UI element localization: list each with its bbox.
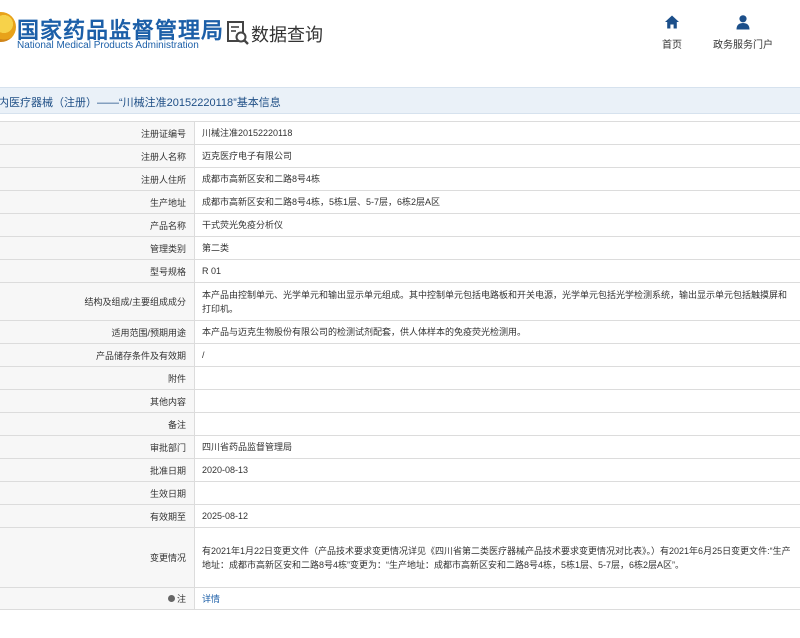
table-row: 产品储存条件及有效期 /	[0, 344, 800, 367]
row-label: 注册证编号	[0, 122, 195, 144]
note-label: 注	[176, 594, 186, 604]
site-header: 国家药品监督管理局 National Medical Products Admi…	[0, 0, 800, 72]
nav-home-label: 首页	[662, 40, 682, 51]
row-value: 川械注准20152220118	[202, 128, 293, 138]
document-search-icon	[227, 21, 249, 45]
row-value: 详情	[195, 588, 800, 609]
table-row: 型号规格 R 01	[0, 260, 800, 283]
row-value: 第二类	[202, 243, 230, 253]
row-label: 备注	[0, 413, 195, 435]
row-label: 注册人名称	[0, 145, 195, 167]
note-icon	[167, 595, 175, 602]
table-row: 变更情况 有2021年1月22日变更文件（产品技术要求变更情况详见《四川省第二类…	[0, 528, 800, 588]
table-row: 注册人住所 成都市高新区安和二路8号4栋	[0, 168, 800, 191]
nav-home-link[interactable]: 首页	[654, 14, 690, 53]
row-value	[195, 413, 800, 435]
row-label: 注	[0, 588, 195, 609]
table-row: 其他内容	[0, 390, 800, 413]
row-label: 其他内容	[0, 390, 195, 412]
row-label: 变更情况	[0, 528, 195, 587]
row-label: 附件	[0, 367, 195, 389]
table-row: 生效日期	[0, 482, 800, 505]
row-label: 审批部门	[0, 436, 195, 458]
table-row: 备注	[0, 413, 800, 436]
row-label: 结构及组成/主要组成成分	[0, 283, 195, 320]
row-value: 成都市高新区安和二路8号4栋，5栋1层、5-7层，6栋2层A区	[202, 197, 441, 207]
row-label: 批准日期	[0, 459, 195, 481]
nav-portal-link[interactable]: 政务服务门户	[708, 14, 778, 53]
table-row: 注册证编号 川械注准20152220118	[0, 122, 800, 145]
row-label: 型号规格	[0, 260, 195, 282]
detail-table: 注册证编号 川械注准20152220118 注册人名称 迈克医疗电子有限公司 注…	[0, 121, 800, 610]
row-value: 干式荧光免疫分析仪	[202, 220, 284, 230]
table-row: 注 详情	[0, 588, 800, 610]
detail-title: 内医疗器械（注册）——“川械注准20152220118”基本信息	[0, 97, 281, 109]
page-title: 数据查询	[251, 25, 323, 45]
row-label: 适用范围/预期用途	[0, 321, 195, 343]
row-label: 产品储存条件及有效期	[0, 344, 195, 366]
row-value: 2020-08-13	[202, 465, 249, 475]
row-label: 生效日期	[0, 482, 195, 504]
table-row: 审批部门 四川省药品监督管理局	[0, 436, 800, 459]
row-value: 迈克医疗电子有限公司	[202, 151, 293, 161]
table-row: 有效期至 2025-08-12	[0, 505, 800, 528]
row-value: 四川省药品监督管理局	[202, 442, 293, 452]
row-label: 生产地址	[0, 191, 195, 213]
home-icon	[665, 15, 679, 29]
user-icon	[736, 15, 750, 30]
row-label: 注册人住所	[0, 168, 195, 190]
row-value: 本产品由控制单元、光学单元和输出显示单元组成。其中控制单元包括电路板和开关电源，…	[202, 289, 788, 314]
row-value	[195, 367, 800, 389]
table-row: 注册人名称 迈克医疗电子有限公司	[0, 145, 800, 168]
row-value	[195, 390, 800, 412]
details-link[interactable]: 详情	[202, 592, 220, 606]
row-value: /	[202, 350, 205, 360]
row-value: R 01	[202, 266, 222, 276]
emblem-icon	[0, 12, 16, 42]
table-row: 生产地址 成都市高新区安和二路8号4栋，5栋1层、5-7层，6栋2层A区	[0, 191, 800, 214]
row-value: 本产品与迈克生物股份有限公司的检测试剂配套，供人体样本的免疫荧光检测用。	[202, 327, 527, 337]
table-row: 批准日期 2020-08-13	[0, 459, 800, 482]
table-row: 适用范围/预期用途 本产品与迈克生物股份有限公司的检测试剂配套，供人体样本的免疫…	[0, 321, 800, 344]
row-value: 成都市高新区安和二路8号4栋	[202, 174, 321, 184]
row-value	[195, 482, 800, 504]
table-row: 附件	[0, 367, 800, 390]
row-value: 2025-08-12	[202, 511, 249, 521]
row-label: 管理类别	[0, 237, 195, 259]
table-row: 管理类别 第二类	[0, 237, 800, 260]
nav-portal-label: 政务服务门户	[713, 40, 773, 51]
row-value: 有2021年1月22日变更文件（产品技术要求变更情况详见《四川省第二类医疗器械产…	[202, 545, 791, 570]
org-name-en: National Medical Products Administration	[17, 40, 199, 51]
row-label: 产品名称	[0, 214, 195, 236]
detail-title-bar: 内医疗器械（注册）——“川械注准20152220118”基本信息	[0, 87, 800, 114]
row-label: 有效期至	[0, 505, 195, 527]
table-row: 结构及组成/主要组成成分 本产品由控制单元、光学单元和输出显示单元组成。其中控制…	[0, 283, 800, 321]
table-row: 产品名称 干式荧光免疫分析仪	[0, 214, 800, 237]
